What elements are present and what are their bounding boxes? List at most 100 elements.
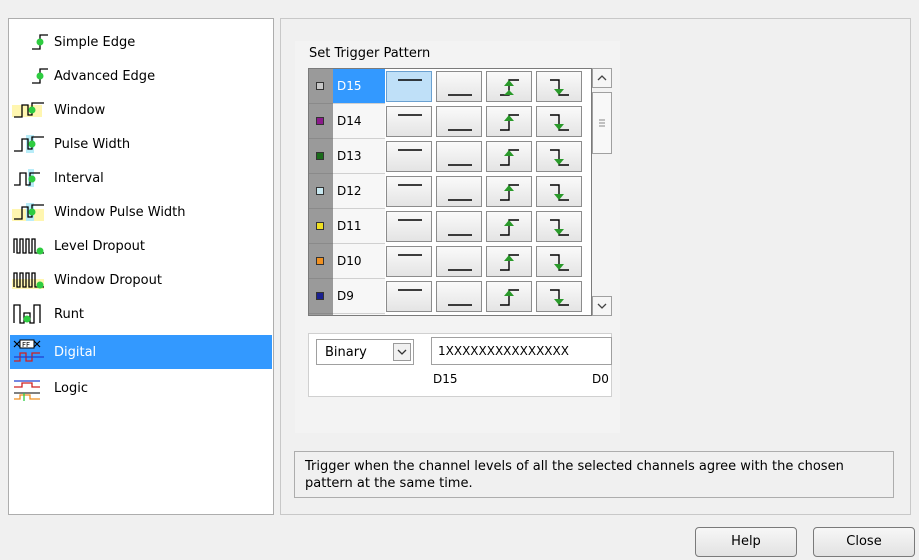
interval-icon	[10, 163, 54, 193]
grip-icon	[599, 119, 605, 127]
trigger-item-pulse-width[interactable]: Pulse Width	[10, 127, 272, 161]
low-level-icon	[448, 304, 472, 306]
rising-edge-icon	[500, 289, 519, 306]
falling-edge-button[interactable]	[536, 141, 582, 172]
row-header	[309, 244, 333, 279]
trigger-description: Trigger when the channel levels of all t…	[294, 451, 894, 498]
falling-edge-button[interactable]	[536, 211, 582, 242]
chevron-down-icon	[397, 349, 407, 355]
rising-edge-button[interactable]	[486, 71, 532, 102]
channel-row-d9[interactable]: D9	[309, 279, 591, 314]
channel-name: D15	[333, 69, 385, 104]
trigger-item-window[interactable]: Window	[10, 93, 272, 127]
rising-edge-button[interactable]	[486, 246, 532, 277]
channel-row-d15[interactable]: D15	[309, 69, 591, 104]
digital-icon: FF	[10, 337, 54, 367]
pattern-scrollbar[interactable]	[592, 68, 614, 316]
trigger-type-list[interactable]: Simple Edge Advanced Edge Window Pulse W…	[8, 18, 274, 515]
level-high-button[interactable]	[386, 246, 432, 277]
level-dropout-icon	[10, 231, 54, 261]
falling-edge-button[interactable]	[536, 246, 582, 277]
falling-edge-button[interactable]	[536, 106, 582, 137]
trigger-item-interval[interactable]: Interval	[10, 161, 272, 195]
advanced-edge-icon	[10, 61, 54, 91]
trigger-item-runt[interactable]: Runt	[10, 297, 272, 331]
channel-name: D13	[333, 139, 385, 174]
level-low-button[interactable]	[436, 246, 482, 277]
trigger-item-digital[interactable]: FF Digital	[10, 335, 272, 369]
rising-edge-button[interactable]	[486, 176, 532, 207]
trigger-item-window-dropout[interactable]: Window Dropout	[10, 263, 272, 297]
low-level-icon	[448, 129, 472, 131]
low-level-icon	[448, 269, 472, 271]
level-high-button[interactable]	[386, 281, 432, 312]
pattern-value-input[interactable]	[431, 337, 612, 365]
falling-edge-button[interactable]	[536, 71, 582, 102]
logic-icon	[10, 373, 54, 403]
rising-edge-button[interactable]	[486, 211, 532, 242]
trigger-item-label: Pulse Width	[54, 136, 131, 152]
help-button[interactable]: Help	[695, 527, 797, 557]
channel-color-swatch	[316, 82, 324, 90]
falling-edge-button[interactable]	[536, 176, 582, 207]
trigger-item-label: Digital	[54, 344, 97, 360]
level-high-button[interactable]	[386, 71, 432, 102]
rising-edge-button[interactable]	[486, 281, 532, 312]
high-level-icon	[398, 114, 422, 116]
trigger-item-label: Level Dropout	[54, 238, 146, 254]
row-header	[309, 279, 333, 314]
falling-edge-icon	[550, 219, 569, 236]
trigger-item-label: Window Dropout	[54, 272, 162, 288]
rising-edge-button[interactable]	[486, 106, 532, 137]
trigger-item-label: Advanced Edge	[54, 68, 156, 84]
level-low-button[interactable]	[436, 176, 482, 207]
level-high-button[interactable]	[386, 211, 432, 242]
level-low-button[interactable]	[436, 141, 482, 172]
rising-edge-button[interactable]	[486, 141, 532, 172]
channel-row-d12[interactable]: D12	[309, 174, 591, 209]
format-dropdown-button[interactable]	[393, 343, 411, 361]
channel-name: D14	[333, 104, 385, 139]
channel-row-d14[interactable]: D14	[309, 104, 591, 139]
high-level-icon	[398, 149, 422, 151]
window-dropout-icon	[10, 265, 54, 295]
rising-edge-icon	[500, 114, 519, 131]
trigger-item-simple-edge[interactable]: Simple Edge	[10, 25, 272, 59]
trigger-item-advanced-edge[interactable]: Advanced Edge	[10, 59, 272, 93]
level-high-button[interactable]	[386, 106, 432, 137]
high-level-icon	[398, 254, 422, 256]
level-high-button[interactable]	[386, 176, 432, 207]
level-low-button[interactable]	[436, 281, 482, 312]
channel-row-d8[interactable]: D8	[309, 314, 591, 315]
falling-edge-button[interactable]	[536, 281, 582, 312]
row-header	[309, 139, 333, 174]
msb-label: D15	[433, 372, 458, 386]
scroll-thumb[interactable]	[592, 92, 612, 154]
channel-color-swatch	[316, 152, 324, 160]
scroll-up-button[interactable]	[592, 68, 612, 88]
trigger-item-label: Runt	[54, 306, 85, 322]
level-low-button[interactable]	[436, 71, 482, 102]
channel-row-d13[interactable]: D13	[309, 139, 591, 174]
high-level-icon	[398, 219, 422, 221]
trigger-item-level-dropout[interactable]: Level Dropout	[10, 229, 272, 263]
trigger-item-label: Interval	[54, 170, 104, 186]
level-high-button[interactable]	[386, 141, 432, 172]
close-button[interactable]: Close	[813, 527, 915, 557]
trigger-item-window-pulse-width[interactable]: Window Pulse Width	[10, 195, 272, 229]
format-select[interactable]: Binary	[316, 339, 414, 365]
level-low-button[interactable]	[436, 106, 482, 137]
row-header	[309, 314, 333, 315]
level-low-button[interactable]	[436, 211, 482, 242]
pattern-grid[interactable]: D15 D14 D13 D12 D11 D10 D9	[308, 68, 592, 316]
high-level-icon	[398, 184, 422, 186]
trigger-item-logic[interactable]: Logic	[10, 371, 272, 405]
row-header	[309, 69, 333, 104]
runt-icon	[10, 299, 54, 329]
channel-row-d11[interactable]: D11	[309, 209, 591, 244]
channel-row-d10[interactable]: D10	[309, 244, 591, 279]
scroll-down-button[interactable]	[592, 296, 612, 316]
pattern-group-title: Set Trigger Pattern	[309, 46, 431, 61]
falling-edge-icon	[550, 149, 569, 166]
rising-edge-icon	[500, 254, 519, 271]
